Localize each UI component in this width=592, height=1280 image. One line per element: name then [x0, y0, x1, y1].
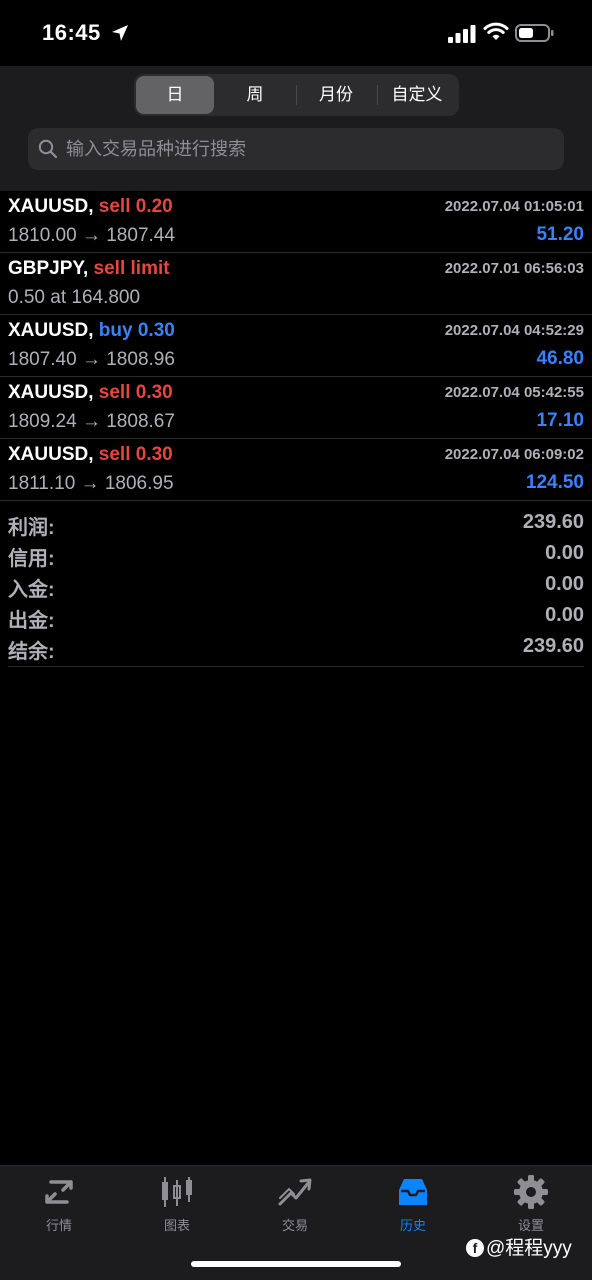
period-segmented-control: 日 周 月份 自定义 — [134, 74, 459, 116]
order-symbol: GBPJPY, sell limit — [8, 258, 170, 280]
order-row[interactable]: GBPJPY, sell limit 2022.07.01 06:56:03 0… — [0, 253, 592, 315]
summary-value: 0.00 — [545, 542, 584, 564]
search-box[interactable] — [28, 128, 564, 170]
tab-label: 行情 — [45, 1218, 72, 1233]
summary-row-deposit: 入金: 0.00 — [0, 571, 592, 602]
order-history-list: XAUUSD, sell 0.20 2022.07.04 01:05:01 18… — [0, 191, 592, 501]
order-prices: 1810.00 → 1807.44 — [8, 225, 175, 246]
order-prices: 1809.24 → 1808.67 — [8, 411, 175, 432]
summary-value: 0.00 — [545, 604, 584, 626]
summary-row-withdrawal: 出金: 0.00 — [0, 602, 592, 633]
segment-month[interactable]: 月份 — [297, 76, 375, 114]
order-profit: 124.50 — [525, 472, 584, 493]
segment-custom[interactable]: 自定义 — [378, 76, 456, 114]
order-profit: 17.10 — [536, 410, 584, 431]
order-symbol-name: GBPJPY, — [8, 258, 89, 279]
tab-label: 图表 — [163, 1218, 190, 1233]
order-symbol-name: XAUUSD, — [8, 196, 94, 217]
order-side: sell 0.30 — [98, 382, 173, 403]
segment-week[interactable]: 周 — [216, 76, 294, 114]
order-prices: 1811.10 → 1806.95 — [8, 473, 174, 494]
order-symbol: XAUUSD, sell 0.30 — [8, 382, 173, 404]
order-symbol: XAUUSD, sell 0.30 — [8, 444, 173, 466]
summary-label: 信用: — [8, 548, 55, 570]
tab-label: 交易 — [281, 1218, 308, 1233]
order-symbol: XAUUSD, sell 0.20 — [8, 196, 173, 218]
watermark: f @程程yyy — [466, 1233, 572, 1260]
search-input[interactable] — [66, 128, 546, 170]
order-time: 2022.07.01 06:56:03 — [444, 260, 584, 277]
summary-row-balance: 结余: 239.60 — [0, 633, 592, 664]
order-symbol-name: XAUUSD, — [8, 444, 94, 465]
order-row[interactable]: XAUUSD, buy 0.30 2022.07.04 04:52:29 180… — [0, 315, 592, 377]
history-icon — [399, 1179, 427, 1205]
quotes-icon — [45, 1180, 73, 1204]
battery-icon — [515, 24, 554, 42]
order-prices: 0.50 at 164.800 — [8, 287, 141, 308]
status-bar: 16:45 — [0, 0, 592, 66]
segment-day[interactable]: 日 — [136, 76, 214, 114]
chart-icon — [162, 1177, 192, 1207]
summary-row-profit: 利润: 239.60 — [0, 509, 592, 540]
order-time: 2022.07.04 05:42:55 — [444, 384, 584, 401]
account-summary: 利润: 239.60 信用: 0.00 入金: 0.00 出金: 0.00 结余… — [0, 509, 592, 664]
order-row[interactable]: XAUUSD, sell 0.30 2022.07.04 06:09:02 18… — [0, 439, 592, 501]
order-prices: 1807.40 → 1808.96 — [8, 349, 175, 370]
summary-value: 239.60 — [522, 511, 584, 533]
summary-label: 利润: — [8, 517, 55, 539]
status-time: 16:45 — [42, 20, 101, 45]
summary-label: 结余: — [8, 641, 55, 663]
order-symbol-name: XAUUSD, — [8, 320, 94, 341]
search-icon — [38, 139, 58, 159]
order-side: sell limit — [93, 258, 170, 279]
tab-quotes[interactable]: 行情 — [0, 1166, 118, 1241]
tab-label: 设置 — [517, 1218, 544, 1233]
order-side: buy 0.30 — [98, 320, 175, 341]
order-profit: 46.80 — [536, 348, 584, 369]
order-time: 2022.07.04 01:05:01 — [444, 198, 584, 215]
order-time: 2022.07.04 06:09:02 — [444, 446, 584, 463]
order-symbol: XAUUSD, buy 0.30 — [8, 320, 175, 342]
settings-icon — [514, 1175, 548, 1209]
order-row[interactable]: XAUUSD, sell 0.20 2022.07.04 01:05:01 18… — [0, 191, 592, 253]
summary-label: 入金: — [8, 579, 55, 601]
summary-value: 0.00 — [545, 573, 584, 595]
tab-history[interactable]: 历史 — [354, 1166, 472, 1241]
order-symbol-name: XAUUSD, — [8, 382, 94, 403]
summary-value: 239.60 — [522, 635, 584, 657]
trade-icon — [278, 1178, 312, 1206]
order-row[interactable]: XAUUSD, sell 0.30 2022.07.04 05:42:55 18… — [0, 377, 592, 439]
summary-divider — [8, 666, 584, 667]
home-indicator — [191, 1261, 401, 1267]
order-side: sell 0.30 — [98, 444, 173, 465]
wifi-icon — [483, 22, 509, 40]
tab-label: 历史 — [399, 1218, 426, 1233]
summary-row-credit: 信用: 0.00 — [0, 540, 592, 571]
order-time: 2022.07.04 04:52:29 — [444, 322, 584, 339]
header: 日 周 月份 自定义 — [0, 66, 592, 191]
tab-charts[interactable]: 图表 — [118, 1166, 236, 1241]
location-arrow-icon — [112, 25, 128, 41]
tab-settings[interactable]: 设置 — [472, 1166, 590, 1241]
order-side: sell 0.20 — [98, 196, 173, 217]
facebook-icon: f — [466, 1239, 484, 1257]
tab-trade[interactable]: 交易 — [236, 1166, 354, 1241]
cellular-signal-icon — [448, 25, 476, 43]
summary-label: 出金: — [8, 610, 55, 632]
watermark-text: @程程yyy — [486, 1238, 572, 1259]
order-profit: 51.20 — [536, 224, 584, 245]
